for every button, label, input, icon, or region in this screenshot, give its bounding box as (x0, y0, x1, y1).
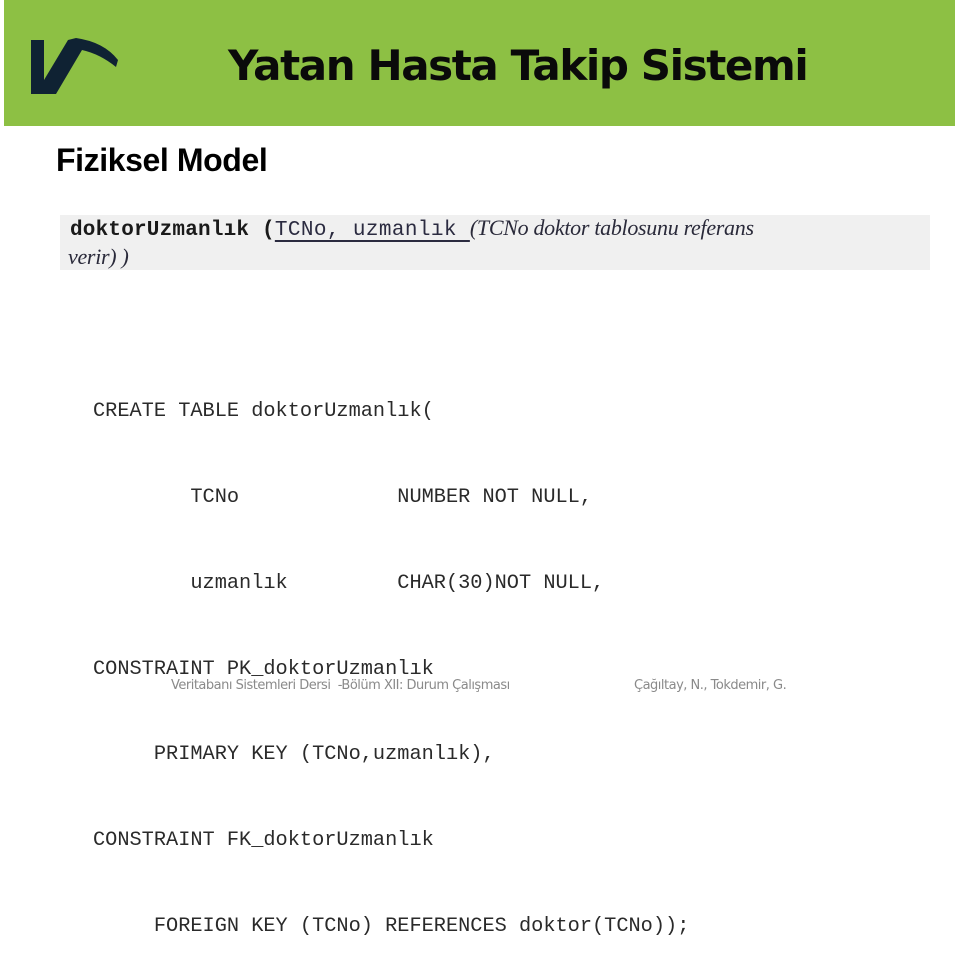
footer-authors: Çağıltay, N., Tokdemir, G. (634, 678, 787, 693)
relation-schema-line-continued: verir) ) (68, 245, 129, 270)
vt-logo-icon (26, 30, 118, 102)
relation-name: doktorUzmanlık ( (70, 219, 275, 242)
sql-line: CONSTRAINT FK_doktorUzmanlık (93, 829, 434, 853)
sql-line: TCNo NUMBER NOT NULL, (93, 485, 592, 509)
footer-course-info: Veritabanı Sistemleri Dersi -Bölüm XII: … (171, 678, 510, 693)
foreign-key-note: (TCNo doktor tablosunu referans (469, 215, 754, 240)
relation-schema-line: doktorUzmanlık (TCNo, uzmanlık (TCNo dok… (70, 215, 754, 244)
sql-line: PRIMARY KEY (TCNo,uzmanlık), (93, 743, 495, 767)
sql-line: CREATE TABLE doktorUzmanlık( (93, 400, 434, 424)
slide-title: Yatan Hasta Takip Sistemi (228, 41, 809, 90)
foreign-key-note-continued: verir) ) (68, 244, 129, 269)
section-subtitle: Fiziksel Model (56, 142, 268, 178)
relation-schema-image: doktorUzmanlık (TCNo, uzmanlık (TCNo dok… (60, 215, 930, 270)
primary-key-attributes: TCNo, uzmanlık (274, 219, 470, 242)
sql-line: uzmanlık CHAR(30)NOT NULL, (93, 571, 605, 595)
sql-line: FOREIGN KEY (TCNo) REFERENCES doktor(TCN… (93, 914, 690, 938)
sql-create-statement: CREATE TABLE doktorUzmanlık( TCNo NUMBER… (93, 341, 689, 970)
vt-logo-graphic (31, 38, 118, 94)
